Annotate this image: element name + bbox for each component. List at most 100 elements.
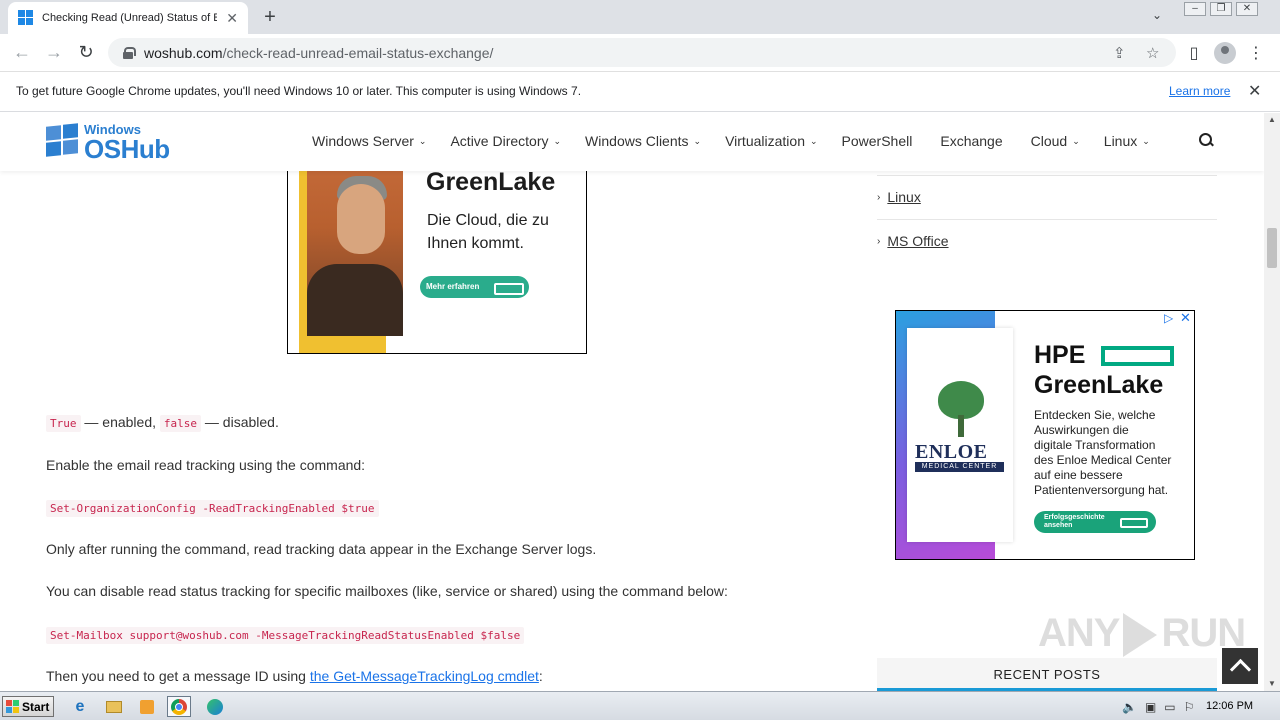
volume-icon[interactable]: 🔈 [1122, 700, 1137, 714]
battery-icon[interactable]: ▭ [1164, 700, 1175, 714]
chevron-down-icon: ⌄ [1072, 135, 1080, 146]
sidebar-link-linux[interactable]: › Linux [877, 189, 921, 205]
folder-glyph [106, 700, 122, 713]
edge-icon[interactable] [203, 696, 227, 717]
reload-button[interactable]: ↻ [76, 43, 96, 61]
flag-pane [46, 125, 61, 141]
nav-active-directory[interactable]: Active Directory ⌄ [450, 133, 561, 149]
scroll-to-top-button[interactable] [1222, 648, 1258, 684]
true-false-line: True — enabled, false — disabled. [46, 414, 279, 432]
nav-windows-server[interactable]: Windows Server ⌄ [312, 133, 426, 149]
chevron-down-icon: ⌄ [693, 135, 702, 146]
nav-label: Exchange [940, 133, 1003, 149]
address-bar[interactable]: woshub.com/check-read-unread-email-statu… [108, 38, 1176, 67]
system-tray: 🔈 ▣ ▭ ⚐ [1122, 696, 1194, 717]
hpe-greenlake-ad[interactable]: GreenLake Die Cloud, die zu Ihnen kommt.… [287, 153, 587, 354]
get-messagetrackinglog-link[interactable]: the Get-MessageTrackingLog cmdlet [310, 668, 539, 684]
nav-label: Active Directory [450, 133, 549, 149]
media-player-icon[interactable] [135, 696, 159, 717]
nav-label: PowerShell [841, 133, 913, 149]
ad2-description: Entdecken Sie, welche Auswirkungen die d… [1034, 408, 1172, 497]
sidebar-link-label: MS Office [887, 233, 949, 249]
main-nav: Windows Server ⌄ Active Directory ⌄ Window… [312, 133, 1150, 149]
bookmark-star-icon[interactable]: ☆ [1146, 44, 1159, 62]
restore-button[interactable]: ❐ [1210, 2, 1232, 16]
minimize-button[interactable]: – [1184, 2, 1206, 16]
start-button[interactable]: Start [2, 696, 54, 717]
tree-trunk [958, 415, 964, 437]
ad-photo-jacket [307, 264, 403, 336]
side-panel-icon[interactable]: ▯ [1184, 43, 1204, 63]
scroll-up-arrow-icon[interactable]: ▲ [1268, 115, 1276, 124]
learn-more-link[interactable]: Learn more [1169, 84, 1230, 98]
internet-explorer-icon[interactable]: e [68, 696, 92, 717]
code-false: false [159, 415, 202, 432]
tab-strip: Checking Read (Unread) Status of E ✕ + ⌄… [0, 0, 1280, 34]
nav-linux[interactable]: Linux ⌄ [1104, 133, 1150, 149]
flag-pane [63, 139, 78, 155]
chevron-down-icon: ⌄ [809, 135, 818, 146]
start-label: Start [22, 699, 50, 714]
tab-close-icon[interactable]: ✕ [226, 10, 238, 27]
nav-exchange[interactable]: Exchange [940, 133, 1002, 149]
ad-photo [307, 154, 403, 336]
profile-avatar[interactable] [1214, 42, 1236, 64]
code-disable: Set-Mailbox support@woshub.com -MessageT… [46, 627, 525, 644]
nav-virtualization[interactable]: Virtualization ⌄ [725, 133, 817, 149]
nav-windows-clients[interactable]: Windows Clients ⌄ [585, 133, 701, 149]
hpe-enloe-ad[interactable]: ENLOE MEDICAL CENTER HPE GreenLake Entde… [895, 310, 1195, 560]
windows-taskbar: Start e 🔈 ▣ ▭ ⚐ 12:06 PM [0, 691, 1280, 720]
text-colon: : [538, 668, 543, 684]
ad2-story-button[interactable]: Erfolgsgeschichte ansehen [1034, 511, 1156, 533]
text-then: Then you need to get a message ID using [46, 668, 310, 684]
close-window-button[interactable]: ✕ [1236, 2, 1258, 16]
browser-tab[interactable]: Checking Read (Unread) Status of E ✕ [8, 2, 248, 34]
chevron-down-icon: ⌄ [553, 135, 562, 146]
code-enable: Set-OrganizationConfig -ReadTrackingEnab… [46, 500, 379, 517]
ad-close-icon[interactable]: ✕ [1180, 311, 1191, 326]
nav-powershell[interactable]: PowerShell [842, 133, 913, 149]
menu-kebab-icon[interactable]: ⋮ [1246, 43, 1266, 63]
nav-label: Windows Server [312, 133, 414, 149]
file-explorer-icon[interactable] [102, 696, 126, 717]
hpe-brand: HPE [1034, 341, 1086, 369]
infobar-close-icon[interactable]: ✕ [1248, 81, 1261, 101]
lock-icon[interactable] [122, 46, 136, 59]
share-icon[interactable]: ⇪ [1113, 44, 1126, 62]
text-enabled: — enabled, [80, 414, 160, 430]
sidebar-link-ms-office[interactable]: › MS Office [877, 233, 949, 249]
forward-button[interactable]: → [44, 43, 64, 61]
nav-label: Linux [1103, 133, 1138, 149]
tab-search-chevron-icon[interactable]: ⌄ [1152, 8, 1162, 22]
url-host: woshub.com [144, 44, 223, 61]
new-tab-button[interactable]: + [258, 6, 282, 28]
anyrun-watermark: ANY RUN [1038, 611, 1246, 658]
code-block-enable: Set-OrganizationConfig -ReadTrackingEnab… [46, 499, 379, 517]
ad-more-button[interactable]: Mehr erfahren [420, 276, 529, 298]
text-disabled: — disabled. [201, 414, 279, 430]
flag-pane [63, 123, 78, 139]
chrome-taskbar-icon[interactable] [167, 696, 191, 717]
chevron-right-icon: › [877, 191, 881, 203]
back-button[interactable]: ← [12, 43, 32, 61]
action-center-flag-icon[interactable]: ⚐ [1184, 700, 1195, 714]
network-icon[interactable]: ▣ [1145, 700, 1156, 714]
search-icon[interactable] [1199, 133, 1213, 149]
code-true: True [46, 415, 81, 432]
chevron-down-icon: ⌄ [1142, 135, 1150, 146]
browser-toolbar: ← → ↻ woshub.com/check-read-unread-email… [0, 34, 1280, 72]
hpe-logo-box-icon [1101, 346, 1174, 366]
windows-flag-icon [46, 123, 80, 158]
adchoices-icon[interactable]: ▷ [1164, 311, 1173, 325]
page-scrollbar[interactable]: ▲ ▼ [1264, 113, 1280, 691]
scroll-down-arrow-icon[interactable]: ▼ [1268, 679, 1276, 688]
media-glyph [140, 699, 154, 714]
scrollbar-thumb[interactable] [1267, 228, 1277, 268]
chevron-right-icon: › [877, 235, 881, 247]
paragraph-only: Only after running the command, read tra… [46, 541, 597, 557]
nav-label: Windows Clients [585, 133, 689, 149]
tree-canopy [938, 381, 984, 419]
taskbar-clock[interactable]: 12:06 PM [1206, 700, 1253, 712]
site-logo[interactable]: Windows OSHub [46, 122, 186, 164]
nav-cloud[interactable]: Cloud ⌄ [1031, 133, 1080, 149]
